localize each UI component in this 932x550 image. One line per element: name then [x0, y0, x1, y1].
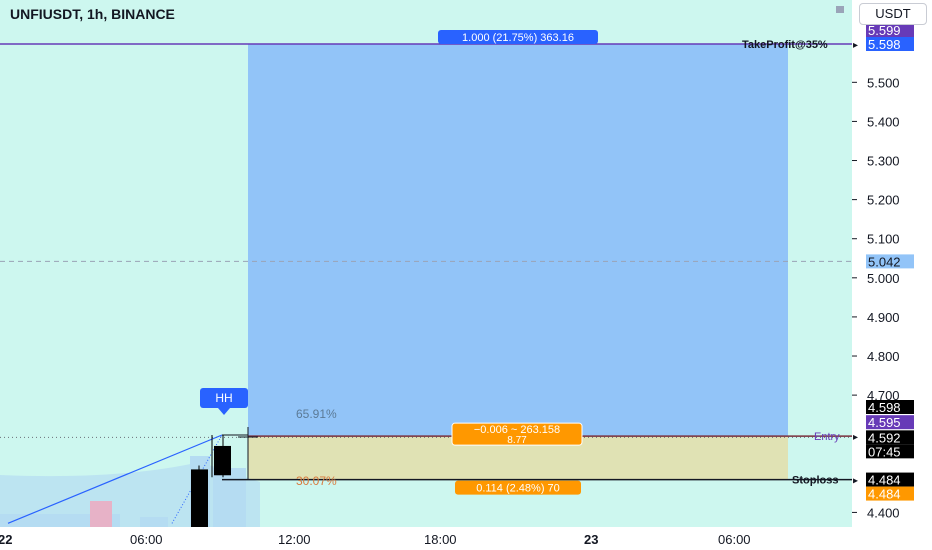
y-tick-label: 5.000	[867, 271, 900, 286]
axis-arrow: ▸	[853, 40, 858, 51]
chart-settings-icon[interactable]	[836, 6, 844, 13]
tp-percent-label: 65.91%	[296, 407, 337, 421]
entry-qty-text: 8.77	[507, 435, 527, 446]
x-tick-label: 22	[0, 532, 12, 547]
y-tick-label: 5.200	[867, 193, 900, 208]
candle-body	[214, 445, 231, 476]
axis-arrow: ▸	[853, 476, 858, 487]
chart-canvas[interactable]: TakeProfit@35% Entry Stoploss HH 65.91% 30.07…	[0, 0, 932, 550]
y-tick-label: 5.100	[867, 232, 900, 247]
y-tick-label: 4.800	[867, 349, 900, 364]
crosshair-price-label: 5.042	[868, 254, 901, 269]
y-tick-label: 4.400	[867, 505, 900, 520]
currency-button[interactable]: USDT	[859, 3, 927, 25]
x-tick-label: 06:00	[130, 532, 163, 547]
chart-title: UNFIUSDT, 1h, BINANCE	[10, 6, 175, 22]
x-tick-label: 18:00	[424, 532, 457, 547]
x-tick-label: 12:00	[278, 532, 311, 547]
tp-top-price-label: 5.599	[868, 23, 901, 38]
tp-stats-text: 1.000 (21.75%) 363.16	[462, 32, 574, 44]
volume-bar	[90, 501, 112, 527]
volume-bar	[140, 517, 168, 527]
countdown-label: 07:45	[868, 444, 901, 459]
axis-arrow: ▸	[853, 432, 858, 443]
stop-price-label: 4.484	[868, 473, 901, 488]
tp-price-label: 5.598	[868, 37, 901, 52]
volume-bar	[213, 468, 246, 527]
hh-marker-label: HH	[215, 391, 232, 405]
entry-price-label: 4.595	[868, 415, 901, 430]
high-price-label: 4.598	[868, 400, 901, 415]
y-tick-label: 5.300	[867, 154, 900, 169]
profit-zone	[248, 44, 788, 437]
entry-line-label: Entry	[814, 431, 840, 443]
sl-percent-label: 30.07%	[296, 474, 337, 488]
y-tick-label: 5.400	[867, 114, 900, 129]
take-profit-label: TakeProfit@35%	[742, 39, 828, 51]
stop-price-orange-label: 4.484	[868, 487, 901, 502]
x-tick-label: 06:00	[718, 532, 751, 547]
last-price-label: 4.592	[868, 430, 901, 445]
y-tick-label: 5.500	[867, 75, 900, 90]
candle-body	[191, 469, 208, 527]
y-tick-label: 4.900	[867, 310, 900, 325]
x-tick-label: 23	[584, 532, 598, 547]
stoploss-label: Stoploss	[792, 475, 838, 487]
sl-stats-text: 0.114 (2.48%) 70	[476, 483, 560, 495]
